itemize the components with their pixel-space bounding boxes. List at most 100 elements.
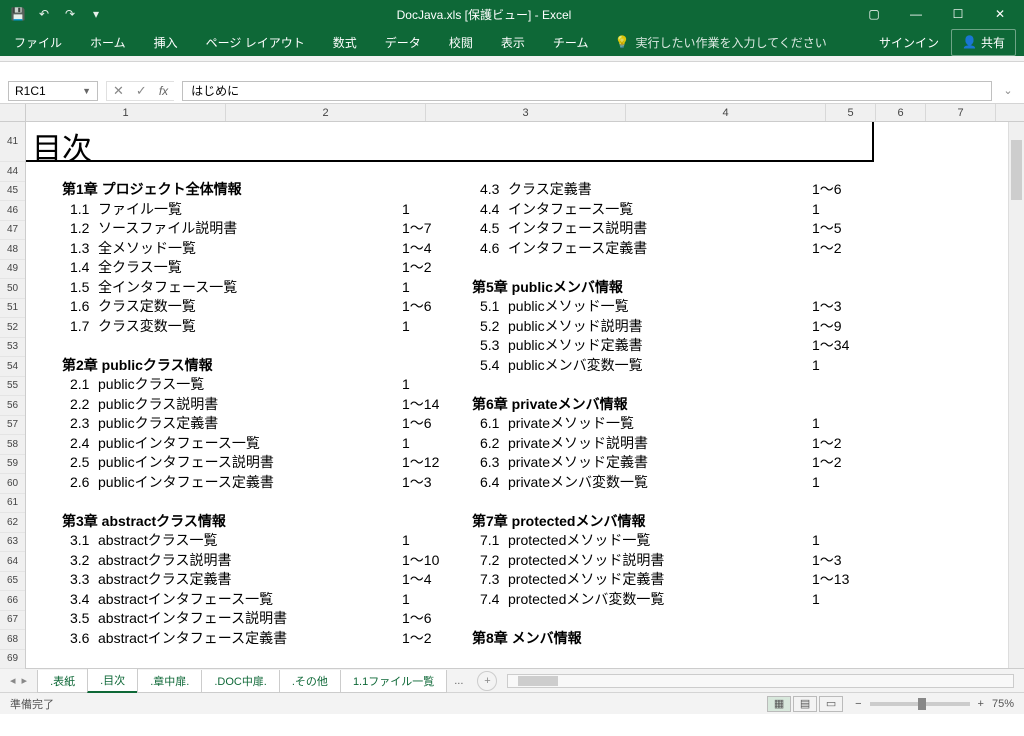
ribbon-tab[interactable]: 校閲 (435, 28, 487, 56)
select-all-corner[interactable] (0, 104, 26, 122)
zoom-knob[interactable] (918, 698, 926, 710)
row-header[interactable]: 68 (0, 630, 25, 650)
zoom-in-icon[interactable]: + (978, 698, 984, 710)
undo-icon[interactable]: ↶ (36, 6, 52, 22)
column-header[interactable]: 5 (826, 104, 876, 121)
new-sheet-button[interactable]: + (477, 671, 497, 691)
formula-expand-icon[interactable]: ⌄ (1000, 84, 1016, 97)
hscroll-thumb[interactable] (518, 676, 558, 686)
vertical-scrollbar[interactable] (1008, 122, 1024, 668)
share-icon: 👤 (962, 35, 977, 49)
name-box[interactable]: R1C1 ▼ (8, 81, 98, 101)
sheet-tab[interactable]: .章中扉. (137, 670, 202, 693)
row-header[interactable]: 56 (0, 396, 25, 416)
view-page-break-icon[interactable]: ▭ (819, 696, 843, 712)
row-header[interactable]: 45 (0, 182, 25, 202)
fx-icon[interactable]: fx (159, 84, 168, 98)
zoom-slider[interactable] (870, 702, 970, 706)
row-header[interactable]: 61 (0, 494, 25, 514)
blank-row (62, 492, 462, 512)
row-header[interactable]: 69 (0, 650, 25, 670)
column-headers: 1234567 (26, 104, 1024, 122)
toc-entry: 7.2protectedメソッド説明書1～3 (472, 551, 872, 571)
sheet-area[interactable]: 目次 第1章 プロジェクト全体情報1.1ファイル一覧11.2ソースファイル説明書… (26, 122, 1024, 668)
zoom-out-icon[interactable]: − (855, 698, 861, 710)
row-header[interactable]: 62 (0, 513, 25, 533)
row-header[interactable]: 41 (0, 122, 25, 162)
more-tabs[interactable]: ... (446, 675, 471, 687)
row-header[interactable]: 58 (0, 435, 25, 455)
toc-entry: 5.1publicメソッド一覧1～3 (472, 297, 872, 317)
row-header[interactable]: 55 (0, 377, 25, 397)
sheet-tab[interactable]: .DOC中扉. (201, 670, 280, 693)
sheet-tab[interactable]: .その他 (279, 670, 341, 693)
row-header[interactable]: 47 (0, 221, 25, 241)
ribbon-tab[interactable]: 挿入 (140, 28, 192, 56)
redo-icon[interactable]: ↷ (62, 6, 78, 22)
row-header[interactable]: 65 (0, 572, 25, 592)
sheet-tab[interactable]: .表紙 (37, 670, 88, 693)
row-header[interactable]: 57 (0, 416, 25, 436)
tab-nav-next-icon[interactable]: ▸ (22, 674, 28, 687)
ribbon: ファイルホーム挿入ページ レイアウト数式データ校閲表示チーム 💡 実行したい作業… (0, 28, 1024, 56)
share-button[interactable]: 👤 共有 (951, 29, 1016, 56)
row-header[interactable]: 52 (0, 318, 25, 338)
status-bar: 準備完了 ▦ ▤ ▭ − + 75% (0, 692, 1024, 714)
ribbon-tab[interactable]: ファイル (0, 28, 76, 56)
column-header[interactable]: 6 (876, 104, 926, 121)
sheet-tab[interactable]: 1.1ファイル一覧 (340, 670, 447, 693)
lightbulb-icon: 💡 (614, 35, 629, 49)
toc-entry: 1.7クラス変数一覧1 (62, 317, 462, 337)
row-header[interactable]: 48 (0, 240, 25, 260)
column-header[interactable]: 3 (426, 104, 626, 121)
row-header[interactable]: 50 (0, 279, 25, 299)
row-header[interactable]: 66 (0, 591, 25, 611)
row-header[interactable]: 46 (0, 201, 25, 221)
ribbon-tab[interactable]: ホーム (76, 28, 140, 56)
scrollbar-thumb[interactable] (1011, 140, 1022, 200)
row-header[interactable]: 60 (0, 474, 25, 494)
maximize-icon[interactable]: ☐ (938, 2, 978, 26)
save-icon[interactable]: 💾 (10, 6, 26, 22)
toc-entry: 3.3abstractクラス定義書1～4 (62, 570, 462, 590)
ribbon-tab[interactable]: 数式 (319, 28, 371, 56)
cancel-icon[interactable]: ✕ (113, 83, 124, 99)
row-header[interactable]: 59 (0, 455, 25, 475)
enter-icon[interactable]: ✓ (136, 83, 147, 99)
row-headers: 4144454647484950515253545556575859606162… (0, 122, 26, 668)
chevron-down-icon[interactable]: ▼ (82, 86, 91, 96)
row-header[interactable]: 49 (0, 260, 25, 280)
sheet-tab[interactable]: .目次 (87, 669, 138, 693)
column-header[interactable]: 1 (26, 104, 226, 121)
toc-entry: 2.4publicインタフェース一覧1 (62, 434, 462, 454)
column-header[interactable]: 2 (226, 104, 426, 121)
ribbon-tab[interactable]: チーム (539, 28, 603, 56)
zoom-level[interactable]: 75% (992, 698, 1014, 710)
close-icon[interactable]: ✕ (980, 2, 1020, 26)
sign-in[interactable]: サインイン (867, 34, 951, 51)
column-header[interactable]: 7 (926, 104, 996, 121)
row-header[interactable]: 64 (0, 552, 25, 572)
tab-nav-first-icon[interactable]: ◂ (10, 674, 16, 687)
toc-entry: 3.6abstractインタフェース定義書1～2 (62, 629, 462, 649)
ribbon-tab[interactable]: 表示 (487, 28, 539, 56)
tell-me[interactable]: 💡 実行したい作業を入力してください (602, 34, 838, 51)
ribbon-tab[interactable]: データ (371, 28, 435, 56)
view-normal-icon[interactable]: ▦ (767, 696, 791, 712)
horizontal-scrollbar[interactable] (507, 674, 1014, 688)
row-header[interactable]: 53 (0, 338, 25, 358)
ribbon-tab[interactable]: ページ レイアウト (192, 28, 319, 56)
row-header[interactable]: 44 (0, 162, 25, 182)
toc-title: 目次 (32, 124, 92, 168)
minimize-icon[interactable]: — (896, 2, 936, 26)
row-header[interactable]: 51 (0, 299, 25, 319)
row-header[interactable]: 63 (0, 533, 25, 553)
ribbon-options-icon[interactable]: ▢ (854, 2, 894, 26)
qat-dropdown-icon[interactable]: ▾ (88, 6, 104, 22)
column-header[interactable]: 4 (626, 104, 826, 121)
formula-input[interactable]: はじめに (182, 81, 992, 101)
row-header[interactable]: 54 (0, 357, 25, 377)
row-header[interactable]: 67 (0, 611, 25, 631)
chapter-heading: 第3章 abstractクラス情報 (62, 512, 462, 532)
view-page-layout-icon[interactable]: ▤ (793, 696, 817, 712)
